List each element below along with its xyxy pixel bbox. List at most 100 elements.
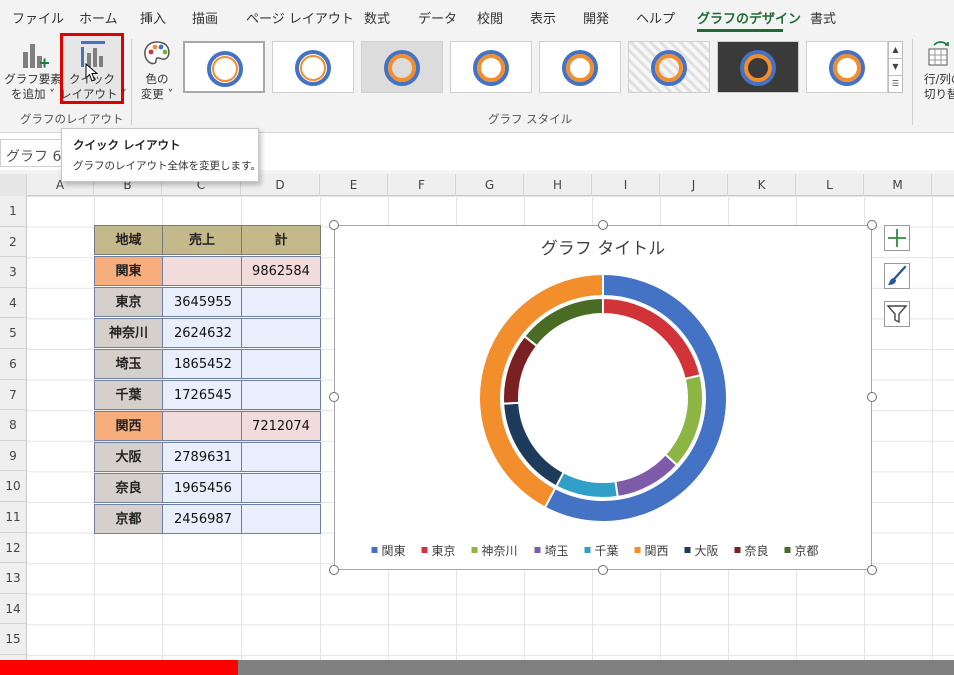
table-cell-sales[interactable]: 1726545 <box>162 380 242 410</box>
table-cell-region[interactable]: 京都 <box>94 504 163 534</box>
table-cell-region[interactable]: 千葉 <box>94 380 163 410</box>
row-header-14[interactable]: 14 <box>0 594 26 624</box>
legend-label[interactable]: 奈良 <box>745 543 769 558</box>
resize-handle-bottom[interactable] <box>598 565 608 575</box>
table-cell-sales[interactable]: 2624632 <box>162 318 242 348</box>
row-header-7[interactable]: 7 <box>0 380 26 410</box>
row-header-9[interactable]: 9 <box>0 441 26 471</box>
row-header-10[interactable]: 10 <box>0 471 26 502</box>
table-cell-total[interactable] <box>241 287 321 317</box>
column-header-e[interactable]: E <box>320 174 388 196</box>
tab-view[interactable]: 表示 <box>530 8 556 27</box>
chart-style-thumbnail[interactable] <box>806 41 888 93</box>
switch-row-column-button[interactable]: 行/列の 切り替え <box>918 35 954 103</box>
row-header-3[interactable]: 3 <box>0 257 26 288</box>
column-header-k[interactable]: K <box>728 174 796 196</box>
name-box[interactable]: グラフ 6 <box>0 139 64 167</box>
chart-elements-button[interactable] <box>884 225 910 251</box>
column-header-h[interactable]: H <box>524 174 592 196</box>
table-cell-region[interactable]: 東京 <box>94 287 163 317</box>
table-header-sales[interactable]: 売上 <box>162 225 242 255</box>
gallery-expand[interactable]: ☰ <box>888 75 903 93</box>
tab-draw[interactable]: 描画 <box>192 8 218 27</box>
table-cell-sales[interactable]: 2789631 <box>162 442 242 472</box>
tab-data[interactable]: データ <box>418 8 457 27</box>
quick-layout-button[interactable]: クイック レイアウト ˅ <box>60 33 127 104</box>
tab-file[interactable]: ファイル <box>12 8 64 27</box>
table-cell-region[interactable]: 関西 <box>94 411 163 441</box>
row-header-13[interactable]: 13 <box>0 563 26 594</box>
resize-handle-right[interactable] <box>867 392 877 402</box>
column-header-i[interactable]: I <box>592 174 660 196</box>
resize-handle-top-left[interactable] <box>329 220 339 230</box>
tab-home[interactable]: ホーム <box>79 8 118 27</box>
table-cell-sales[interactable] <box>162 256 242 286</box>
table-cell-region[interactable]: 大阪 <box>94 442 163 472</box>
row-header-12[interactable]: 12 <box>0 533 26 563</box>
table-cell-total[interactable]: 7212074 <box>241 411 321 441</box>
table-cell-total[interactable] <box>241 380 321 410</box>
row-header-5[interactable]: 5 <box>0 318 26 349</box>
legend-label[interactable]: 埼玉 <box>545 544 569 558</box>
table-cell-total[interactable] <box>241 473 321 503</box>
add-chart-element-button[interactable]: グラフ要素 を追加 ˅ <box>4 35 62 103</box>
table-header-total[interactable]: 計 <box>241 225 321 255</box>
gallery-scroll-up[interactable]: ▲ <box>888 41 903 59</box>
table-cell-sales[interactable]: 1865452 <box>162 349 242 379</box>
chart-filters-button[interactable] <box>884 301 910 327</box>
gallery-scroll-down[interactable]: ▼ <box>888 58 903 76</box>
table-cell-sales[interactable]: 3645955 <box>162 287 242 317</box>
table-cell-total[interactable] <box>241 504 321 534</box>
resize-handle-bottom-right[interactable] <box>867 565 877 575</box>
scrollbar-thumb[interactable] <box>0 660 238 675</box>
row-header-1[interactable]: 1 <box>0 196 26 227</box>
tab-page-layout[interactable]: ページ レイアウト <box>246 8 354 27</box>
row-header-2[interactable]: 2 <box>0 227 26 257</box>
chart-style-thumbnail[interactable] <box>628 41 710 93</box>
table-cell-total[interactable] <box>241 318 321 348</box>
change-colors-button[interactable]: 色の 変更 ˅ <box>134 35 180 103</box>
chart-style-thumbnail[interactable] <box>717 41 799 93</box>
row-header-8[interactable]: 8 <box>0 410 26 441</box>
tab-formulas[interactable]: 数式 <box>364 8 390 27</box>
row-header-15[interactable]: 15 <box>0 624 26 655</box>
resize-handle-left[interactable] <box>329 392 339 402</box>
table-cell-region[interactable]: 埼玉 <box>94 349 163 379</box>
resize-handle-top[interactable] <box>598 220 608 230</box>
column-header-l[interactable]: L <box>796 174 864 196</box>
legend-label[interactable]: 関東 <box>382 544 406 558</box>
tab-developer[interactable]: 開発 <box>583 8 609 27</box>
column-header-g[interactable]: G <box>456 174 524 196</box>
table-cell-total[interactable]: 9862584 <box>241 256 321 286</box>
table-cell-region[interactable]: 神奈川 <box>94 318 163 348</box>
chart-style-thumbnail[interactable] <box>272 41 354 93</box>
column-header-f[interactable]: F <box>388 174 456 196</box>
chart-style-thumbnail[interactable] <box>539 41 621 93</box>
table-cell-total[interactable] <box>241 349 321 379</box>
column-header-j[interactable]: J <box>660 174 728 196</box>
row-header-4[interactable]: 4 <box>0 288 26 318</box>
legend-label[interactable]: 京都 <box>795 544 819 558</box>
column-header-m[interactable]: M <box>864 174 932 196</box>
table-cell-region[interactable]: 奈良 <box>94 473 163 503</box>
row-header-6[interactable]: 6 <box>0 349 26 380</box>
table-cell-sales[interactable] <box>162 411 242 441</box>
legend-label[interactable]: 関西 <box>645 544 669 558</box>
tab-insert[interactable]: 挿入 <box>140 8 166 27</box>
resize-handle-bottom-left[interactable] <box>329 565 339 575</box>
chart-styles-button[interactable] <box>884 263 910 289</box>
legend-label[interactable]: 大阪 <box>695 544 719 558</box>
legend-label[interactable]: 東京 <box>432 544 456 558</box>
chart-title[interactable]: グラフ タイトル <box>541 239 665 259</box>
table-cell-sales[interactable]: 1965456 <box>162 473 242 503</box>
resize-handle-top-right[interactable] <box>867 220 877 230</box>
table-cell-sales[interactable]: 2456987 <box>162 504 242 534</box>
tab-chart-design[interactable]: グラフのデザイン <box>697 8 801 27</box>
table-cell-total[interactable] <box>241 442 321 472</box>
table-header-region[interactable]: 地域 <box>94 225 163 255</box>
legend-label[interactable]: 神奈川 <box>482 544 518 558</box>
tab-review[interactable]: 校閲 <box>477 8 503 27</box>
chart-style-thumbnail[interactable] <box>450 41 532 93</box>
chart-style-thumbnail[interactable] <box>361 41 443 93</box>
table-cell-region[interactable]: 関東 <box>94 256 163 286</box>
